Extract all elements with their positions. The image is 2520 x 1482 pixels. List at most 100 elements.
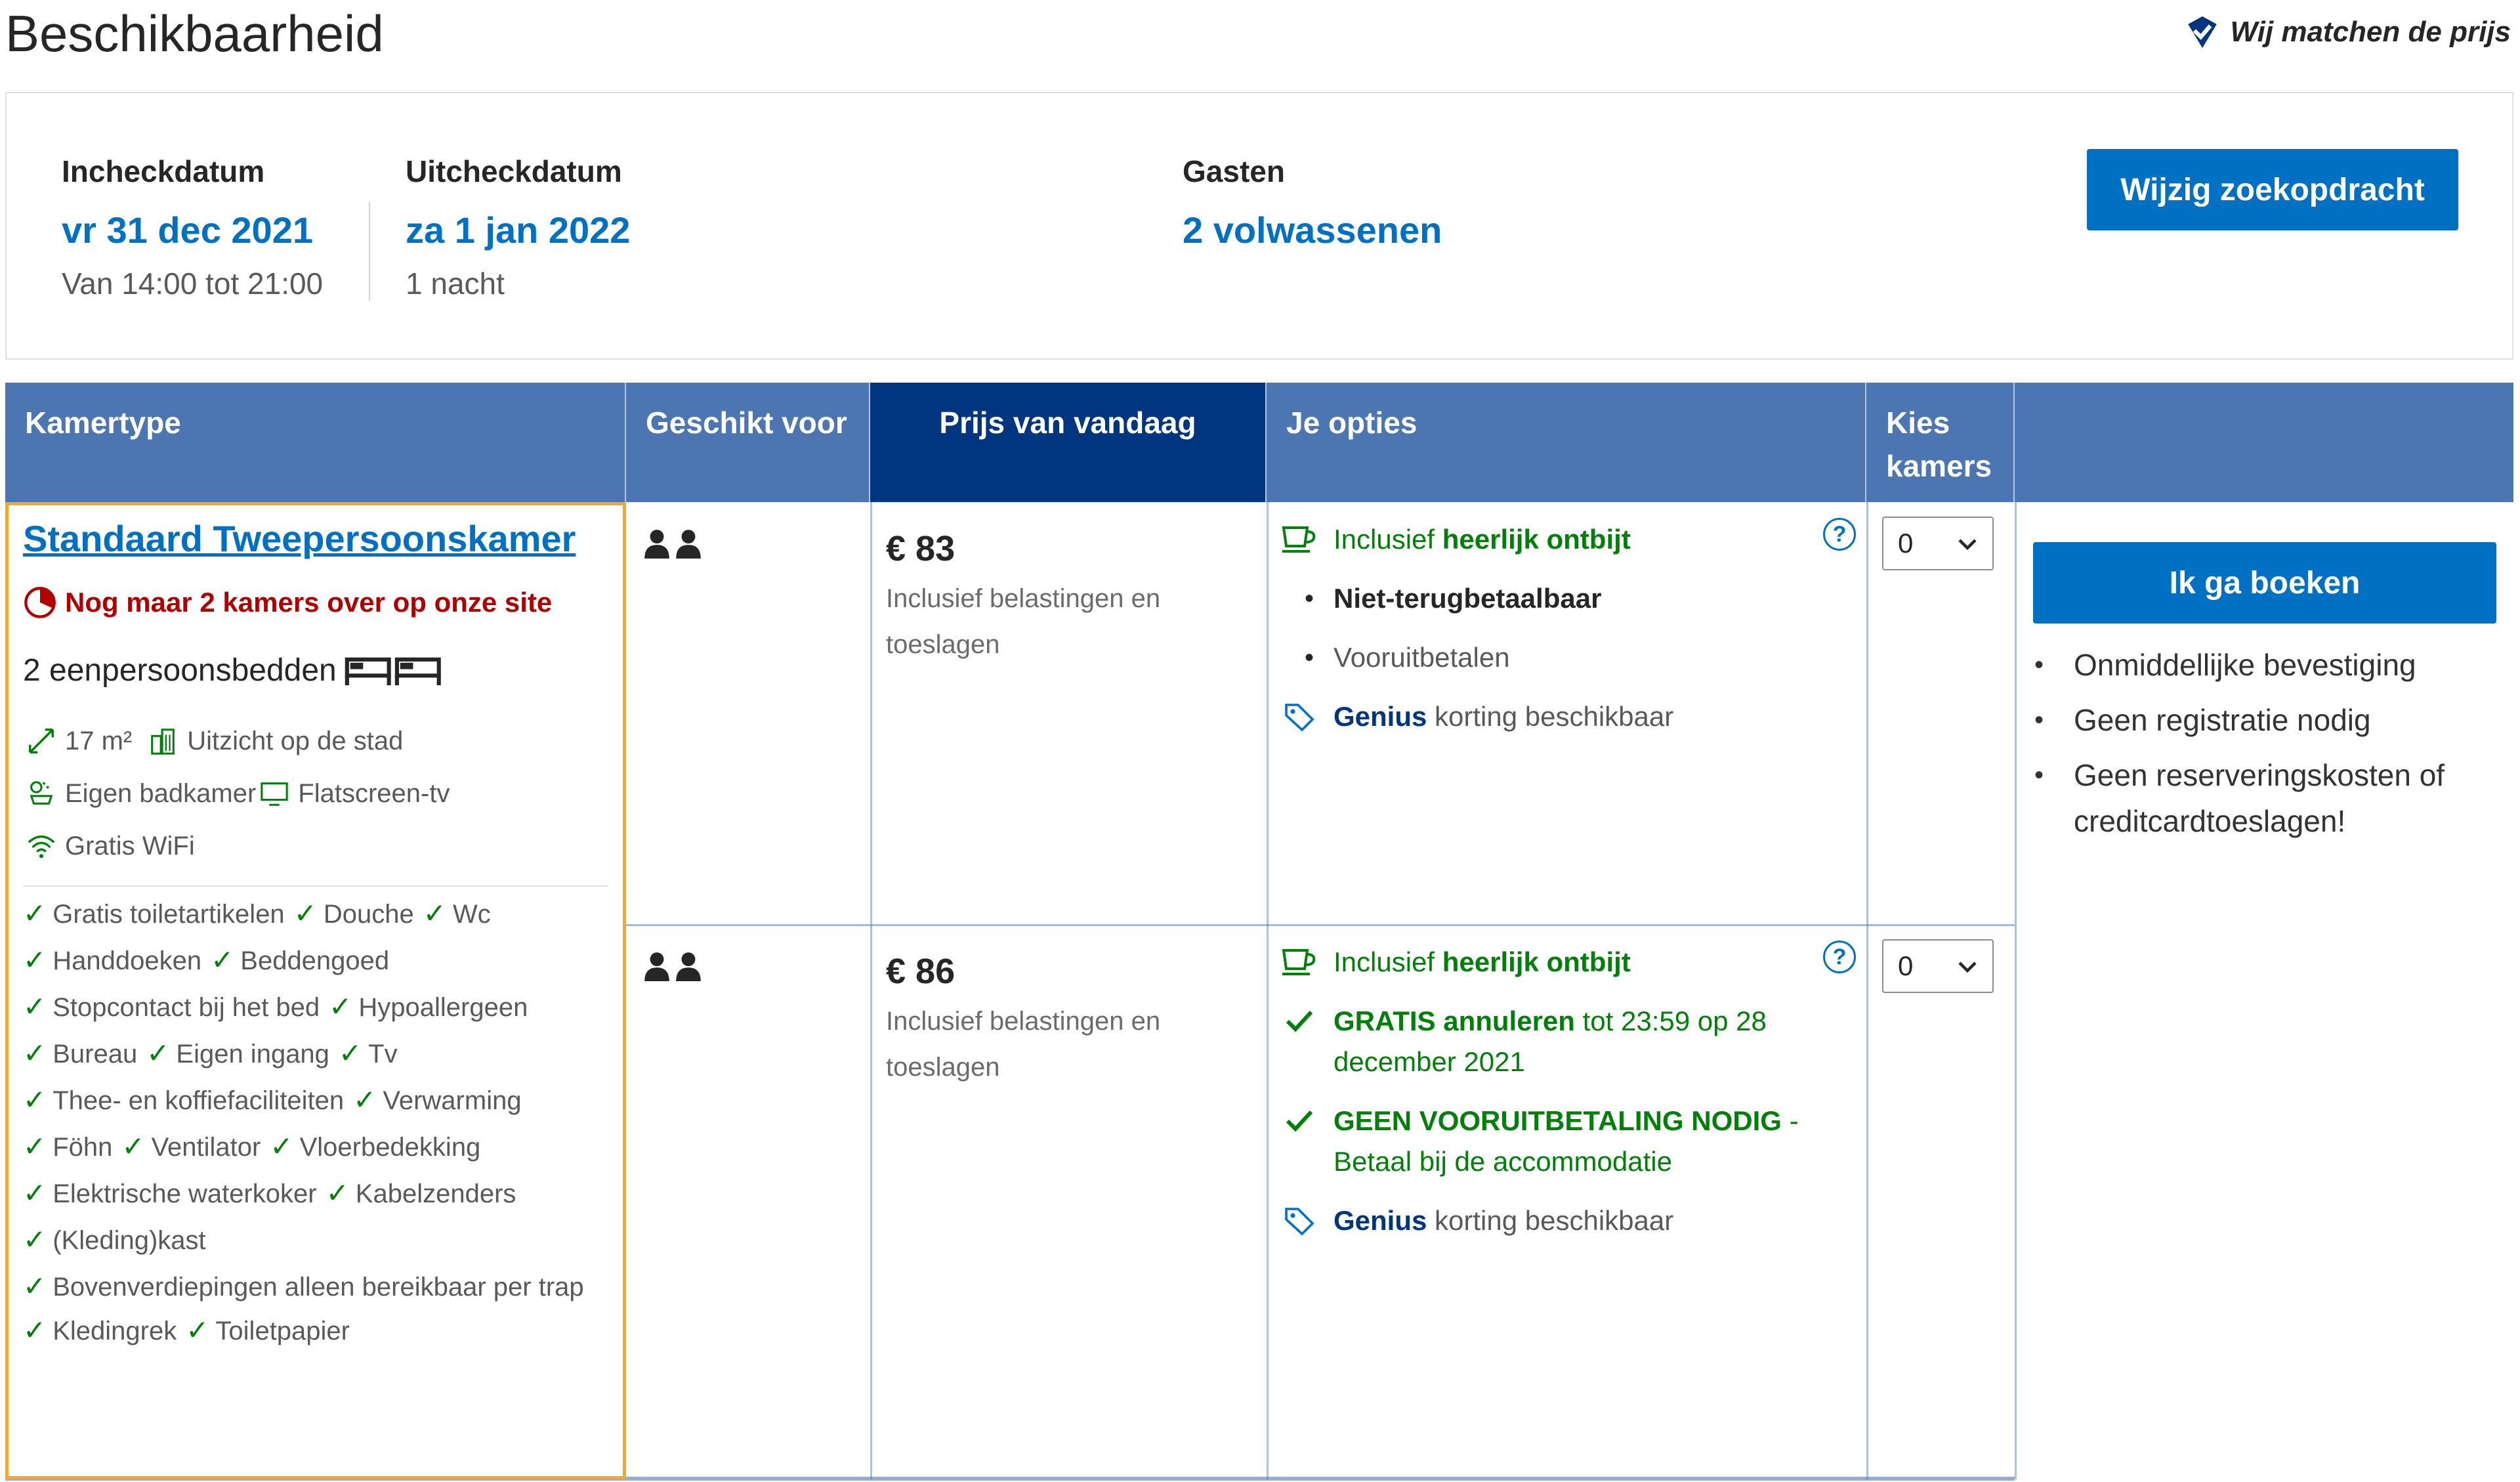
amenity-line: (Kleding)kast — [23, 1217, 608, 1263]
breakfast-prefix: Inclusief — [1334, 946, 1442, 977]
rooms-select[interactable]: 0 — [1882, 517, 1994, 570]
room-size: 17 m² — [65, 727, 133, 755]
fact-row: Eigen badkamer Flatscreen-tv — [23, 767, 608, 820]
header-select-rooms: Kies kamers — [1866, 383, 2015, 502]
cancel-bold: GRATIS annuleren — [1334, 1006, 1575, 1036]
help-icon[interactable]: ? — [1823, 518, 1856, 551]
header-suitable-for: Geschikt voor — [626, 383, 870, 502]
breakfast-highlight: heerlijk ontbijt — [1442, 524, 1631, 555]
policy-text: Vooruitbetalen — [1334, 642, 1510, 673]
guests-block[interactable]: Gasten 2 volwassenen — [1183, 154, 1442, 251]
column-divider — [1866, 502, 1868, 1479]
fact-row: Gratis WiFi — [23, 820, 608, 872]
rooms-select-value: 0 — [1898, 950, 1914, 981]
perk-item: • Geen reserveringskosten of creditcardto… — [2028, 752, 2487, 844]
room-bathroom: Eigen badkamer — [65, 779, 257, 808]
bed-info: 2 eenpersoonsbedden — [23, 652, 608, 688]
breakfast-option: Inclusief heerlijk ontbijt — [1281, 942, 1858, 983]
bathroom-icon — [23, 778, 60, 809]
perk-text: Onmiddellijke bevestiging — [2074, 648, 2416, 682]
price-match-label: Wij matchen de prijs — [2230, 16, 2511, 48]
amenity-item: (Kleding)kast — [23, 1226, 206, 1255]
options-cell: Inclusief heerlijk ontbijt • Niet-terugb… — [1281, 519, 1858, 755]
book-button[interactable]: Ik ga boeken — [2033, 542, 2496, 624]
checkin-hours: Van 14:00 tot 21:00 — [62, 266, 324, 301]
amenity-item: Hypoallergeen — [329, 993, 528, 1022]
no-prepayment: GEEN VOORUITBETALING NODIG - Betaal bij … — [1281, 1101, 1858, 1182]
options-cell: Inclusief heerlijk ontbijt GRATIS annule… — [1281, 942, 1858, 1260]
checkin-block[interactable]: Incheckdatum vr 31 dec 2021 Van 14:00 to… — [62, 154, 323, 301]
header-booking — [2015, 383, 2513, 502]
occupancy-icons — [643, 951, 702, 981]
policy-text: Niet-terugbetaalbaar — [1334, 583, 1602, 614]
header-room-type: Kamertype — [5, 383, 626, 502]
amenity-item: Verwarming — [353, 1086, 521, 1115]
change-search-button[interactable]: Wijzig zoekopdracht — [2087, 149, 2458, 230]
tv-icon — [256, 778, 293, 809]
amenity-line: Gratis toiletartikelen Douche Wc — [23, 891, 608, 937]
occupancy-icons — [643, 528, 702, 559]
header-price-today: Prijs van vandaag — [870, 383, 1267, 502]
price-match-badge[interactable]: Wij matchen de prijs — [2183, 13, 2511, 51]
policy-item: • Vooruitbetalen — [1281, 637, 1858, 678]
amenity-item: Kledingrek — [23, 1317, 177, 1345]
rooms-select-value: 0 — [1898, 528, 1914, 559]
amenity-item: Wc — [423, 900, 491, 929]
coffee-cup-icon — [1281, 519, 1334, 560]
chevron-down-icon — [1958, 962, 1977, 973]
amenity-item: Vloerbedekking — [270, 1133, 480, 1162]
chevron-down-icon — [1958, 539, 1977, 551]
price-amount: € 83 — [886, 529, 956, 568]
breakfast-highlight: heerlijk ontbijt — [1442, 946, 1631, 977]
checkin-date[interactable]: vr 31 dec 2021 — [62, 209, 323, 251]
checkmark-icon — [1281, 1001, 1334, 1042]
guests-label: Gasten — [1183, 154, 1285, 188]
room-name-link[interactable]: Standaard Tweepersoonskamer — [23, 516, 608, 562]
amenity-item: Bureau — [23, 1040, 137, 1069]
amenity-item: Tv — [339, 1040, 398, 1069]
rooms-select[interactable]: 0 — [1882, 939, 1994, 993]
tag-icon — [1281, 696, 1334, 737]
guests-value[interactable]: 2 volwassenen — [1183, 209, 1442, 251]
scarcity-text: Nog maar 2 kamers over op onze site — [65, 587, 553, 618]
amenity-line: Bureau Eigen ingang Tv — [23, 1030, 608, 1077]
column-divider — [870, 502, 872, 1479]
amenity-line: Föhn Ventilator Vloerbedekking — [23, 1124, 608, 1170]
amenity-item: Kabelzenders — [326, 1179, 516, 1208]
person-icon — [644, 952, 669, 981]
divider — [369, 202, 370, 301]
column-divider — [1267, 502, 1269, 1479]
amenity-item: Handdoeken — [23, 946, 201, 975]
free-cancellation: GRATIS annuleren tot 23:59 op 28 decembe… — [1281, 1001, 1858, 1082]
amenity-line: Bovenverdiepingen alleen bereikbaar per … — [23, 1270, 608, 1303]
tag-icon — [1281, 1200, 1334, 1241]
checkout-block[interactable]: Uitcheckdatum za 1 jan 2022 1 nacht — [406, 154, 630, 301]
header-options: Je opties — [1267, 383, 1866, 502]
room-wifi: Gratis WiFi — [65, 832, 195, 860]
genius-suffix: korting beschikbaar — [1427, 701, 1674, 732]
room-size-icon — [23, 725, 60, 757]
perk-item: • Geen registratie nodig — [2028, 697, 2487, 743]
breakfast-option: Inclusief heerlijk ontbijt — [1281, 519, 1858, 560]
amenity-item: Elektrische waterkoker — [23, 1179, 317, 1208]
bed-text: 2 eenpersoonsbedden — [23, 653, 337, 688]
genius-discount: Genius korting beschikbaar — [1281, 696, 1858, 737]
coffee-cup-icon — [1281, 942, 1334, 983]
price-cell: € 83 Inclusief belastingen en toeslagen — [886, 528, 1253, 667]
room-facts: 17 m² Uitzicht op de stad Eigen badkamer… — [23, 715, 608, 872]
checkout-date[interactable]: za 1 jan 2022 — [406, 209, 630, 251]
wifi-icon — [23, 830, 60, 862]
single-bed-icon — [345, 657, 441, 685]
amenity-item: Eigen ingang — [146, 1040, 329, 1069]
amenity-line: Handdoeken Beddengoed — [23, 937, 608, 984]
room-type-cell: Standaard Tweepersoonskamer Nog maar 2 k… — [5, 502, 626, 1479]
price-amount: € 86 — [886, 952, 956, 991]
amenity-item: Toiletpapier — [186, 1317, 350, 1345]
help-icon[interactable]: ? — [1823, 941, 1856, 973]
table-header: Kamertype Geschikt voor Prijs van vandaa… — [5, 383, 2513, 502]
amenity-item: Douche — [294, 900, 414, 929]
perk-text: Geen registratie nodig — [2074, 703, 2371, 737]
fact-row: 17 m² Uitzicht op de stad — [23, 715, 608, 767]
amenity-item: Beddengoed — [211, 946, 389, 975]
row-divider — [626, 924, 2015, 926]
